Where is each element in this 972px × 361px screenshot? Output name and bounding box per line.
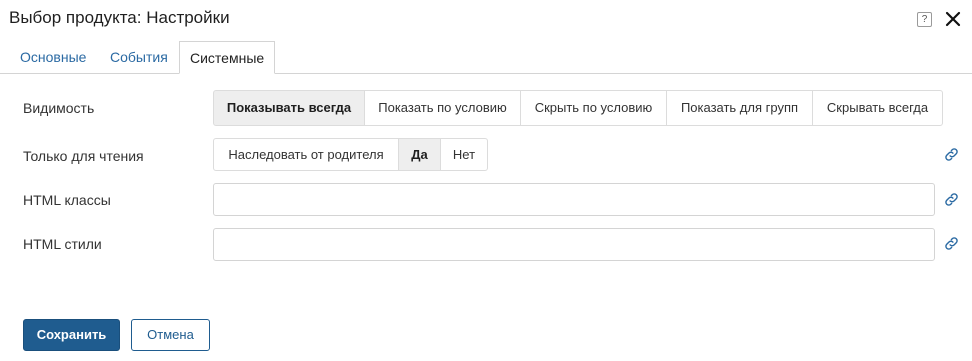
link-icon[interactable] bbox=[943, 191, 960, 208]
dialog-title: Выбор продукта: Настройки bbox=[9, 8, 230, 27]
link-icon[interactable] bbox=[943, 235, 960, 252]
visibility-option-hide-by-condition[interactable]: Скрыть по условию bbox=[520, 90, 667, 126]
readonly-option-yes[interactable]: Да bbox=[398, 138, 441, 171]
visibility-label: Видимость bbox=[23, 100, 95, 116]
visibility-option-always-show[interactable]: Показывать всегда bbox=[213, 90, 365, 126]
close-icon[interactable] bbox=[944, 10, 962, 28]
visibility-option-always-hide[interactable]: Скрывать всегда bbox=[812, 90, 943, 126]
html-styles-label: HTML стили bbox=[23, 236, 102, 252]
html-classes-label: HTML классы bbox=[23, 192, 111, 208]
readonly-option-inherit[interactable]: Наследовать от родителя bbox=[213, 138, 399, 171]
visibility-option-show-for-groups[interactable]: Показать для групп bbox=[666, 90, 813, 126]
help-icon[interactable]: ? bbox=[917, 12, 932, 27]
tab-system[interactable]: Системные bbox=[179, 41, 276, 74]
html-classes-input[interactable] bbox=[213, 183, 935, 216]
tab-basic[interactable]: Основные bbox=[10, 41, 96, 73]
readonly-segmented-control: Наследовать от родителя Да Нет bbox=[213, 138, 488, 171]
readonly-option-no[interactable]: Нет bbox=[440, 138, 488, 171]
cancel-button[interactable]: Отмена bbox=[131, 319, 210, 351]
tab-bar: Основные События Системные bbox=[0, 41, 972, 74]
save-button[interactable]: Сохранить bbox=[23, 319, 120, 351]
html-styles-input[interactable] bbox=[213, 228, 935, 261]
link-icon[interactable] bbox=[943, 146, 960, 163]
tab-events[interactable]: События bbox=[100, 41, 178, 73]
readonly-label: Только для чтения bbox=[23, 148, 144, 164]
visibility-option-show-by-condition[interactable]: Показать по условию bbox=[364, 90, 521, 126]
visibility-segmented-control: Показывать всегда Показать по условию Ск… bbox=[213, 90, 943, 126]
